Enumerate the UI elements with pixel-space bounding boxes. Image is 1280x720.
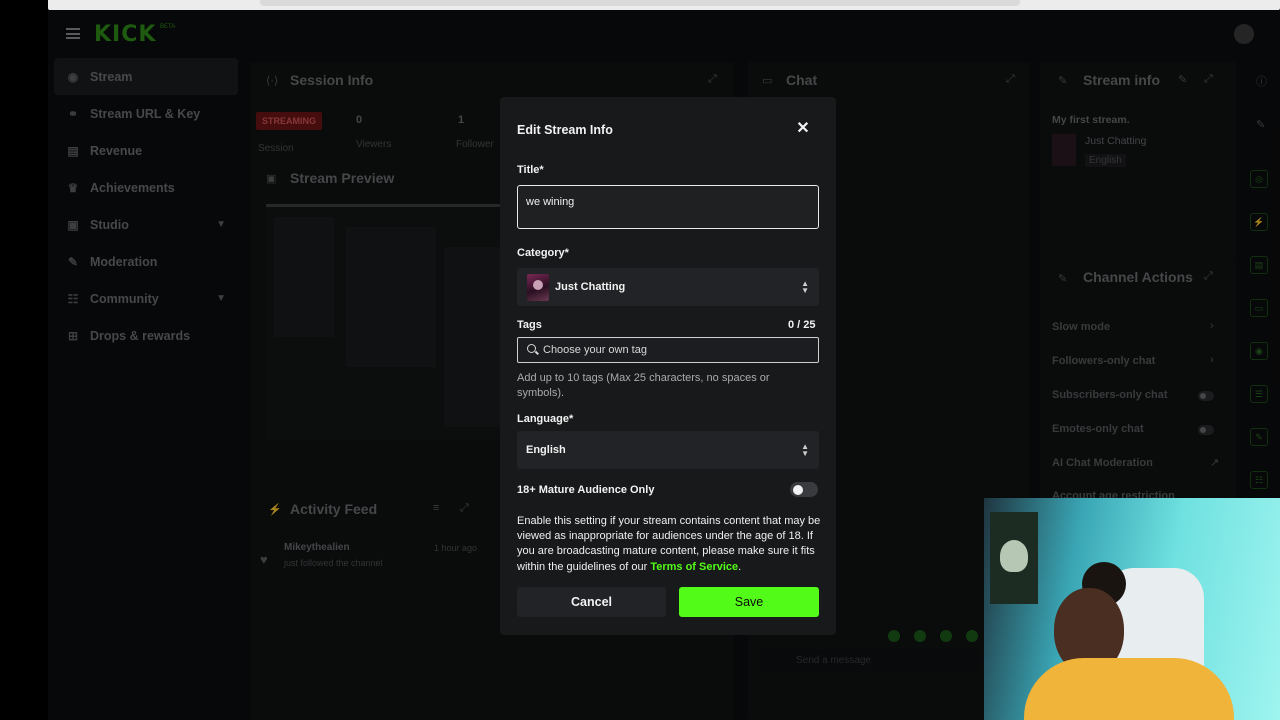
save-button[interactable]: Save	[679, 587, 819, 617]
browser-toolbar	[48, 0, 1280, 10]
terms-of-service-link[interactable]: Terms of Service	[650, 561, 738, 573]
select-caret-icon: ▲ ▼	[801, 279, 809, 295]
title-input[interactable]: we wining	[517, 185, 819, 229]
close-icon[interactable]: ✕	[795, 121, 811, 137]
language-label: Language*	[517, 413, 574, 425]
language-value: English	[526, 444, 566, 456]
modal-title: Edit Stream Info	[517, 123, 613, 137]
title-label: Title*	[517, 164, 544, 176]
category-select[interactable]: Just Chatting ▲ ▼	[517, 268, 819, 306]
tags-label: Tags	[517, 319, 542, 331]
mature-warning: Enable this setting if your stream conta…	[517, 514, 821, 575]
search-icon	[527, 344, 536, 353]
mature-label: 18+ Mature Audience Only	[517, 484, 655, 496]
mature-warning-end: .	[738, 560, 742, 573]
webcam-overlay	[984, 498, 1280, 720]
language-select[interactable]: English ▲ ▼	[517, 431, 819, 469]
app-root: KICK BETA ◉ Stream ⚭ Stream URL & Key ▤ …	[0, 0, 1280, 720]
person-body	[1024, 658, 1234, 720]
category-value: Just Chatting	[555, 281, 626, 293]
select-caret-icon: ▲ ▼	[801, 442, 809, 458]
tag-input-placeholder: Choose your own tag	[543, 344, 647, 356]
category-thumbnail	[527, 274, 549, 301]
cancel-button[interactable]: Cancel	[517, 587, 666, 617]
address-bar[interactable]	[260, 0, 1020, 6]
letterbox	[0, 0, 48, 720]
edit-stream-info-modal: Edit Stream Info ✕ Title* we wining Cate…	[500, 97, 836, 635]
wall-poster	[990, 512, 1038, 604]
tags-counter: 0 / 25	[788, 319, 816, 331]
tags-help-text: Add up to 10 tags (Max 25 characters, no…	[517, 372, 770, 399]
tag-input[interactable]: Choose your own tag	[517, 337, 819, 363]
mature-toggle[interactable]	[790, 482, 818, 497]
category-label: Category*	[517, 247, 569, 259]
